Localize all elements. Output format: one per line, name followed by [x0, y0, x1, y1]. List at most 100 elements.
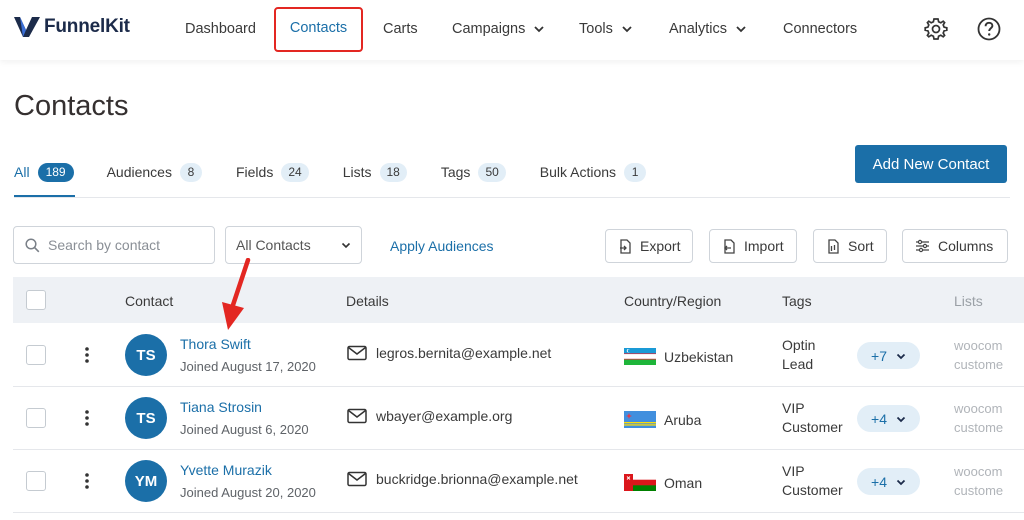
select-all-checkbox[interactable]	[26, 290, 46, 310]
contact-name-link[interactable]: Tiana Strosin	[180, 399, 262, 415]
tab-all[interactable]: All 189	[14, 160, 74, 184]
columns-button[interactable]: Columns	[902, 229, 1008, 263]
tab-audiences-label: Audiences	[106, 164, 172, 180]
sort-icon	[828, 238, 839, 254]
tab-bulk-actions[interactable]: Bulk Actions 1	[539, 160, 647, 184]
tab-all-label: All	[14, 164, 30, 180]
contact-name-link[interactable]: Yvette Murazik	[180, 462, 272, 478]
chevron-down-icon	[341, 242, 351, 249]
tab-all-count: 189	[37, 162, 74, 182]
top-navigation: FunnelKit Dashboard Contacts Carts Campa…	[0, 0, 1024, 60]
more-tags-count: +7	[871, 347, 887, 364]
export-icon	[620, 238, 631, 254]
contact-tabs: All 189 Audiences 8 Fields 24 Lists 18 T…	[14, 160, 647, 184]
nav-carts[interactable]: Carts	[383, 21, 418, 37]
tab-tags[interactable]: Tags 50	[441, 160, 506, 184]
tag-name: Optin	[782, 337, 816, 353]
search-box[interactable]	[13, 226, 215, 264]
tag-name: Customer	[782, 482, 843, 498]
contact-country: Uzbekistan	[664, 349, 734, 365]
table-row[interactable]: TS Tiana Strosin Joined August 6, 2020 w…	[13, 387, 1024, 450]
table-row[interactable]: YM Yvette Murazik Joined August 20, 2020…	[13, 450, 1024, 513]
contact-country: Aruba	[664, 412, 702, 428]
contact-lists: woocom custome	[954, 462, 1024, 500]
sort-label: Sort	[848, 238, 874, 254]
red-arrow-annotation	[222, 258, 251, 330]
list-name: custome	[954, 483, 1004, 498]
list-name: custome	[954, 357, 1004, 372]
avatar: TS	[125, 334, 167, 376]
contact-tags: VIP Customer	[782, 399, 852, 437]
contact-joined-date: Joined August 6, 2020	[180, 422, 309, 437]
mail-icon	[347, 471, 367, 487]
header-country[interactable]: Country/Region	[624, 293, 721, 309]
add-new-contact-button[interactable]: Add New Contact	[855, 145, 1007, 183]
nav-campaigns-label: Campaigns	[452, 21, 526, 37]
table-row[interactable]: TS Thora Swift Joined August 17, 2020 le…	[13, 324, 1024, 387]
tab-bulk-actions-count: 1	[624, 162, 647, 182]
nav-tools-label: Tools	[579, 21, 613, 37]
row-checkbox[interactable]	[26, 345, 46, 365]
tag-name: Customer	[782, 419, 843, 435]
tab-audiences-count: 8	[179, 162, 202, 182]
tab-fields[interactable]: Fields 24	[236, 160, 309, 184]
contact-lists: woocom custome	[954, 399, 1024, 437]
tab-bulk-actions-label: Bulk Actions	[539, 164, 617, 180]
more-options-icon[interactable]	[84, 472, 90, 490]
more-options-icon[interactable]	[84, 409, 90, 427]
import-button[interactable]: Import	[709, 229, 797, 263]
tab-tags-count: 50	[478, 162, 506, 182]
tab-tags-label: Tags	[440, 164, 471, 180]
list-name: woocom	[954, 464, 1003, 479]
nav-campaigns[interactable]: Campaigns	[452, 21, 544, 37]
tab-lists-label: Lists	[342, 164, 372, 180]
columns-label: Columns	[938, 238, 994, 254]
contact-name-link[interactable]: Thora Swift	[180, 336, 251, 352]
more-tags-count: +4	[871, 410, 887, 427]
nav-dashboard[interactable]: Dashboard	[185, 21, 256, 37]
contact-email: legros.bernita@example.net	[376, 345, 552, 361]
help-icon[interactable]	[976, 16, 1002, 42]
nav-connectors-label: Connectors	[783, 21, 858, 37]
funnelkit-logo[interactable]: FunnelKit	[14, 16, 130, 38]
oman-flag-icon	[624, 474, 656, 491]
tab-audiences[interactable]: Audiences 8	[107, 160, 202, 184]
sort-button[interactable]: Sort	[813, 229, 887, 263]
more-tags-button[interactable]: +4	[857, 405, 920, 432]
more-options-icon[interactable]	[84, 346, 90, 364]
nav-tools[interactable]: Tools	[579, 21, 632, 37]
aruba-flag-icon	[624, 411, 656, 428]
more-tags-count: +4	[871, 473, 887, 490]
chevron-down-icon	[896, 416, 906, 422]
import-icon	[724, 238, 735, 254]
contact-joined-date: Joined August 17, 2020	[180, 359, 316, 374]
nav-analytics[interactable]: Analytics	[669, 21, 746, 37]
avatar: YM	[125, 460, 167, 502]
contact-joined-date: Joined August 20, 2020	[180, 485, 316, 500]
nav-analytics-label: Analytics	[669, 21, 728, 37]
apply-audiences-link[interactable]: Apply Audiences	[390, 238, 494, 254]
list-name: custome	[954, 420, 1004, 435]
row-checkbox[interactable]	[26, 471, 46, 491]
tab-lists[interactable]: Lists 18	[343, 160, 407, 184]
nav-contacts[interactable]: Contacts	[274, 7, 363, 52]
chevron-down-icon	[622, 26, 632, 33]
logo-text: FunnelKit	[44, 16, 130, 37]
gear-icon[interactable]	[923, 16, 949, 42]
nav-carts-label: Carts	[383, 21, 418, 37]
more-tags-button[interactable]: +4	[857, 468, 920, 495]
mail-icon	[347, 408, 367, 424]
page-title: Contacts	[14, 90, 129, 122]
avatar: TS	[125, 397, 167, 439]
header-contact[interactable]: Contact	[125, 293, 173, 309]
mail-icon	[347, 345, 367, 361]
funnelkit-logo-icon	[14, 17, 40, 37]
nav-connectors[interactable]: Connectors	[783, 21, 857, 37]
chevron-down-icon	[534, 26, 544, 33]
more-tags-button[interactable]: +7	[857, 342, 920, 369]
row-checkbox[interactable]	[26, 408, 46, 428]
search-input[interactable]	[48, 237, 198, 253]
export-button[interactable]: Export	[605, 229, 694, 263]
chevron-down-icon	[736, 26, 746, 33]
tag-name: Lead	[782, 356, 814, 372]
